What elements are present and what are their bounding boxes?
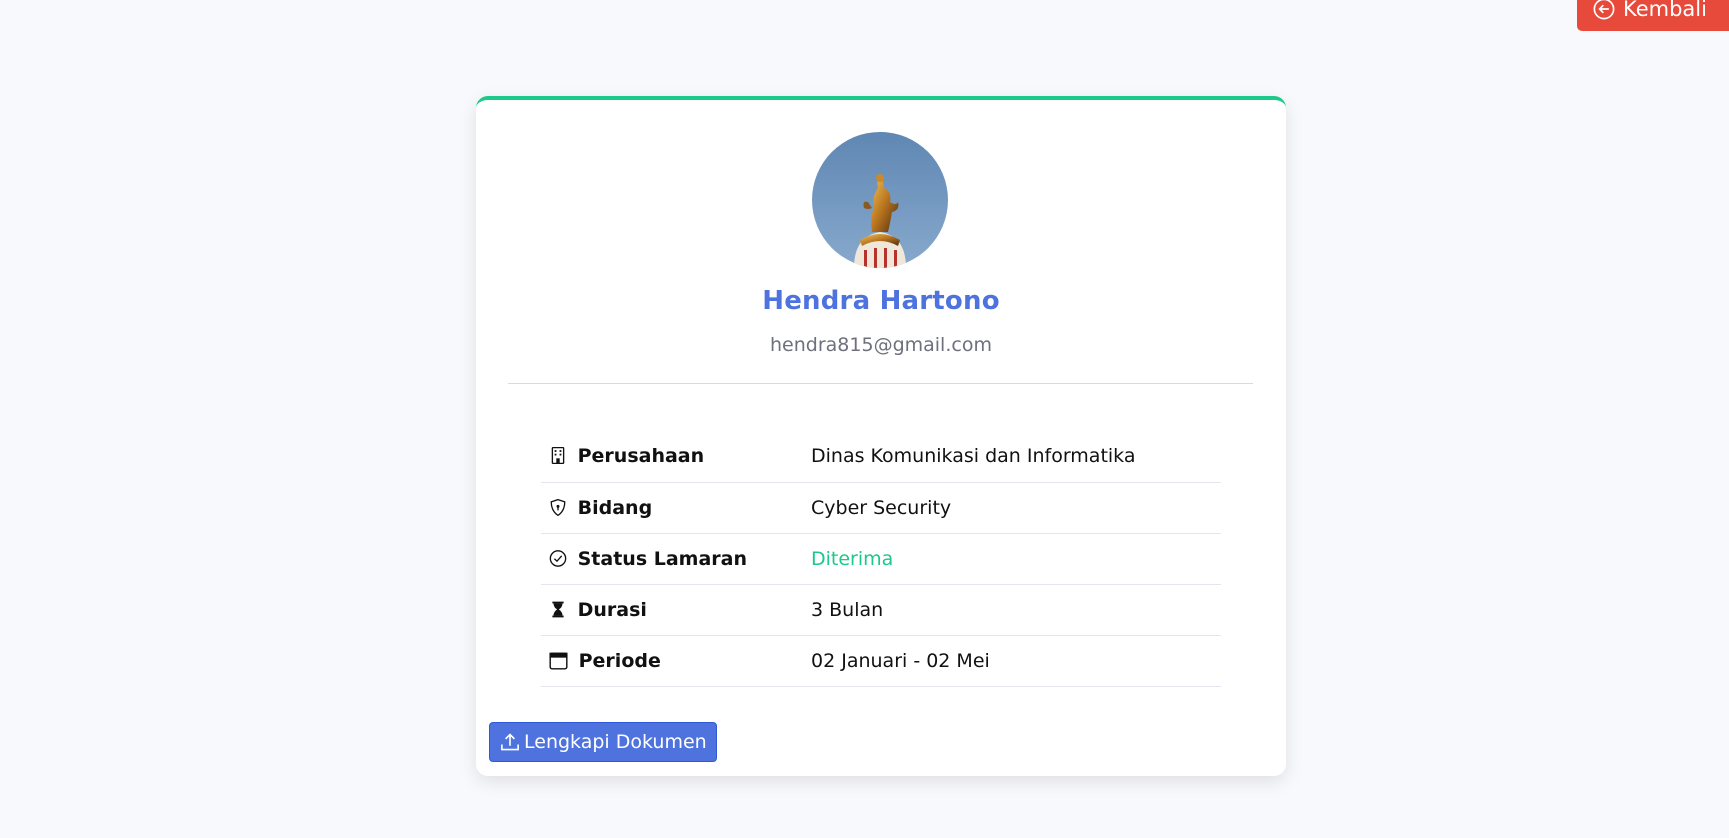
detail-label: Periode: [578, 649, 661, 672]
back-button[interactable]: Kembali: [1577, 0, 1729, 31]
detail-label-cell: Perusahaan: [541, 431, 811, 482]
table-row: Perusahaan Dinas Komunikasi dan Informat…: [541, 431, 1221, 482]
status-badge: Diterima: [811, 547, 894, 570]
detail-label: Perusahaan: [577, 445, 705, 468]
back-button-label: Kembali: [1623, 0, 1707, 21]
detail-label: Bidang: [577, 496, 653, 519]
avatar: [812, 132, 948, 268]
detail-label: Status Lamaran: [577, 547, 748, 570]
calendar-icon: [549, 652, 568, 670]
check-circle-icon: [549, 549, 567, 567]
upload-documents-button[interactable]: Lengkapi Dokumen: [489, 722, 717, 762]
detail-label-cell: Status Lamaran: [541, 533, 811, 584]
profile-card: Hendra Hartono hendra815@gmail.com Perus…: [476, 96, 1286, 776]
detail-label-cell: Durasi: [541, 584, 811, 635]
table-row: Durasi 3 Bulan: [541, 584, 1221, 635]
shield-icon: [550, 498, 566, 516]
upload-icon: [501, 733, 519, 751]
detail-label: Durasi: [577, 598, 647, 621]
detail-value: Dinas Komunikasi dan Informatika: [811, 445, 1136, 468]
arrow-left-circle-icon: [1593, 0, 1615, 19]
building-icon: [551, 447, 565, 465]
table-row: Periode 02 Januari - 02 Mei: [541, 635, 1221, 686]
upload-button-label: Lengkapi Dokumen: [524, 731, 707, 753]
details-table: Perusahaan Dinas Komunikasi dan Informat…: [541, 431, 1221, 687]
table-row: Bidang Cyber Security: [541, 482, 1221, 533]
table-row: Status Lamaran Diterima: [541, 533, 1221, 584]
detail-value: 3 Bulan: [811, 598, 884, 621]
detail-label-cell: Bidang: [541, 482, 811, 533]
profile-name: Hendra Hartono: [762, 286, 1000, 316]
detail-value: 02 Januari - 02 Mei: [811, 649, 990, 672]
detail-label-cell: Periode: [541, 635, 811, 686]
divider: [508, 383, 1253, 384]
profile-email: hendra815@gmail.com: [770, 334, 992, 356]
hourglass-icon: [552, 601, 564, 617]
detail-value: Cyber Security: [811, 496, 952, 519]
